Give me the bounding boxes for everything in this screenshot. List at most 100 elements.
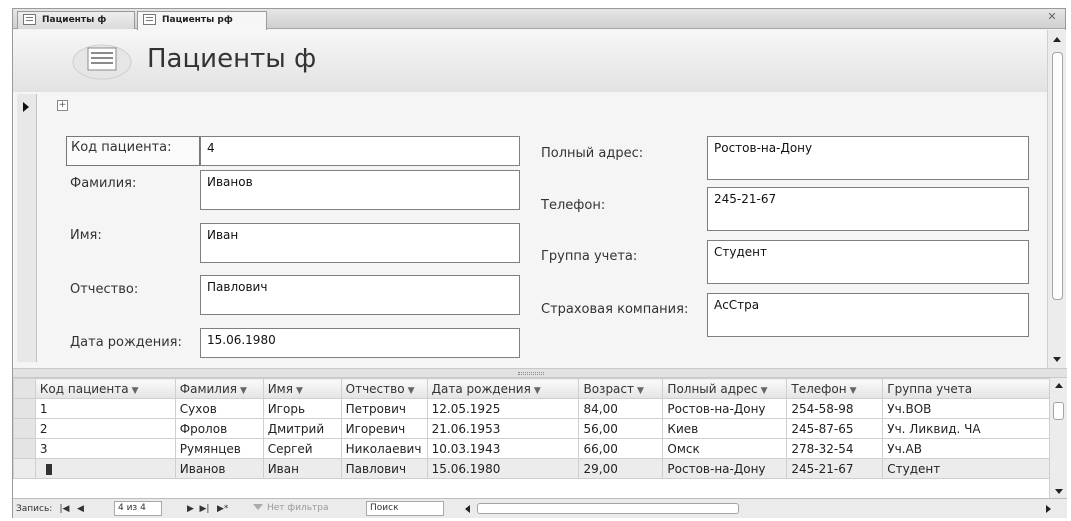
scroll-thumb[interactable] — [1053, 402, 1064, 420]
table-cell[interactable]: Ростов-на-Дону — [662, 398, 788, 419]
new-record-icon[interactable]: ▶* — [217, 502, 228, 516]
table-cell[interactable]: 3 — [34, 438, 176, 459]
scroll-thumb[interactable] — [1052, 52, 1063, 300]
table-row[interactable]: 3 Румянцев Сергей Николаевич 10.03.1943 … — [13, 438, 1067, 459]
table-cell[interactable]: 278-32-54 — [786, 438, 884, 459]
table-cell[interactable]: Иван — [262, 458, 342, 479]
table-cell[interactable]: Сухов — [174, 398, 264, 419]
table-cell[interactable]: 56,00 — [578, 418, 664, 439]
row-selector[interactable] — [13, 418, 36, 439]
chevron-down-icon[interactable]: ▼ — [408, 386, 415, 396]
table-row-current[interactable]: Иванов Иван Павлович 15.06.1980 29,00 Ро… — [13, 458, 1067, 479]
column-header[interactable]: Отчество ▼ — [340, 378, 428, 399]
column-header[interactable]: Имя ▼ — [262, 378, 342, 399]
table-cell[interactable]: Уч.ВОВ — [882, 398, 1067, 419]
table-cell[interactable]: 245-87-65 — [786, 418, 884, 439]
table-cell[interactable]: 66,00 — [578, 438, 664, 459]
splitter-grip-icon[interactable] — [518, 372, 544, 375]
previous-record-icon[interactable]: ◀ — [75, 502, 86, 516]
datasheet-vertical-scrollbar[interactable] — [1049, 378, 1067, 498]
table-cell[interactable]: 254-58-98 — [786, 398, 884, 419]
table-cell[interactable]: 15.06.1980 — [426, 458, 580, 479]
chevron-down-icon[interactable]: ▼ — [132, 386, 139, 396]
datasheet-header-row: Код пациента ▼ Фамилия ▼ Имя ▼ Отчество ▼ Да… — [13, 378, 1067, 399]
scroll-left-icon[interactable] — [465, 505, 470, 513]
table-cell[interactable]: Игоревич — [340, 418, 428, 439]
table-cell[interactable]: 12.05.1925 — [426, 398, 580, 419]
table-row[interactable]: 2 Фролов Дмитрий Игоревич 21.06.1953 56,… — [13, 418, 1067, 439]
table-cell[interactable]: 2 — [34, 418, 176, 439]
column-header[interactable]: Код пациента ▼ — [34, 378, 176, 399]
chevron-down-icon[interactable]: ▼ — [637, 386, 644, 396]
scroll-down-icon[interactable] — [1055, 489, 1063, 494]
chevron-down-icon[interactable]: ▼ — [761, 386, 768, 396]
tab-patients-f[interactable]: Пациенты ф — [17, 11, 135, 29]
datasheet-horizontal-scrollbar[interactable] — [463, 502, 1053, 516]
select-all-cell[interactable] — [13, 378, 36, 399]
scroll-up-icon[interactable] — [1053, 37, 1061, 42]
field-first-name[interactable]: Иван — [200, 223, 520, 263]
split-form-splitter[interactable] — [13, 368, 1067, 378]
record-selector[interactable] — [17, 94, 37, 362]
table-cell[interactable]: Студент — [882, 458, 1067, 479]
table-cell[interactable] — [34, 458, 176, 479]
field-last-name[interactable]: Иванов — [200, 170, 520, 210]
chevron-down-icon[interactable]: ▼ — [296, 386, 303, 396]
table-cell[interactable]: Румянцев — [174, 438, 264, 459]
table-cell[interactable]: 21.06.1953 — [426, 418, 580, 439]
table-cell[interactable]: Николаевич — [340, 438, 428, 459]
table-cell[interactable]: Киев — [662, 418, 788, 439]
field-birth-date[interactable]: 15.06.1980 — [200, 328, 520, 358]
field-phone[interactable]: 245-21-67 — [707, 187, 1029, 231]
table-cell[interactable]: 84,00 — [578, 398, 664, 419]
scroll-up-icon[interactable] — [1055, 383, 1063, 388]
field-account-group[interactable]: Студент — [707, 240, 1029, 284]
form-vertical-scrollbar[interactable] — [1047, 30, 1066, 368]
field-insurance-company[interactable]: АсСтра — [707, 293, 1029, 337]
table-row[interactable]: 1 Сухов Игорь Петрович 12.05.1925 84,00 … — [13, 398, 1067, 419]
column-header[interactable]: Возраст ▼ — [578, 378, 664, 399]
filter-status-button[interactable]: Нет фильтра — [251, 501, 359, 516]
table-cell[interactable]: 1 — [34, 398, 176, 419]
table-cell[interactable]: Дмитрий — [262, 418, 342, 439]
table-cell[interactable]: Омск — [662, 438, 788, 459]
table-cell[interactable]: 245-21-67 — [786, 458, 884, 479]
row-selector[interactable] — [13, 458, 36, 479]
table-cell[interactable]: Игорь — [262, 398, 342, 419]
table-cell[interactable]: Ростов-на-Дону — [662, 458, 788, 479]
row-selector[interactable] — [13, 438, 36, 459]
chevron-down-icon[interactable]: ▼ — [850, 386, 857, 396]
table-cell[interactable]: 10.03.1943 — [426, 438, 580, 459]
scroll-down-icon[interactable] — [1053, 357, 1061, 362]
close-icon[interactable]: ✕ — [1045, 10, 1059, 24]
next-record-icon[interactable]: ▶ — [185, 502, 196, 516]
scroll-right-icon[interactable] — [1046, 505, 1051, 513]
table-cell[interactable]: Уч. Ликвид. ЧА — [882, 418, 1067, 439]
last-record-icon[interactable]: ▶| — [199, 502, 210, 516]
field-full-address[interactable]: Ростов-на-Дону — [707, 136, 1029, 180]
table-cell[interactable]: Иванов — [174, 458, 264, 479]
first-record-icon[interactable]: |◀ — [59, 502, 70, 516]
column-header[interactable]: Телефон ▼ — [786, 378, 884, 399]
table-cell[interactable]: 29,00 — [578, 458, 664, 479]
table-cell[interactable]: Павлович — [340, 458, 428, 479]
row-selector[interactable] — [13, 398, 36, 419]
table-cell[interactable]: Петрович — [340, 398, 428, 419]
column-header[interactable]: Дата рождения ▼ — [426, 378, 580, 399]
field-patronymic[interactable]: Павлович — [200, 275, 520, 315]
edit-cursor-icon — [45, 463, 52, 475]
table-cell[interactable]: Сергей — [262, 438, 342, 459]
chevron-down-icon[interactable]: ▼ — [240, 386, 247, 396]
column-header[interactable]: Фамилия ▼ — [174, 378, 264, 399]
search-input[interactable]: Поиск — [366, 501, 444, 516]
table-cell[interactable]: Уч.АВ — [882, 438, 1067, 459]
field-patient-id[interactable]: 4 — [200, 136, 520, 166]
current-record-field[interactable]: 4 из 4 — [114, 501, 162, 516]
column-header[interactable]: Полный адрес ▼ — [662, 378, 788, 399]
scroll-thumb[interactable] — [477, 503, 739, 514]
column-header[interactable]: Группа учета — [882, 378, 1067, 399]
chevron-down-icon[interactable]: ▼ — [534, 386, 541, 396]
table-cell[interactable]: Фролов — [174, 418, 264, 439]
tab-patients-rf[interactable]: Пациенты рф — [137, 11, 267, 30]
layout-move-handle-icon[interactable]: + — [57, 100, 68, 111]
